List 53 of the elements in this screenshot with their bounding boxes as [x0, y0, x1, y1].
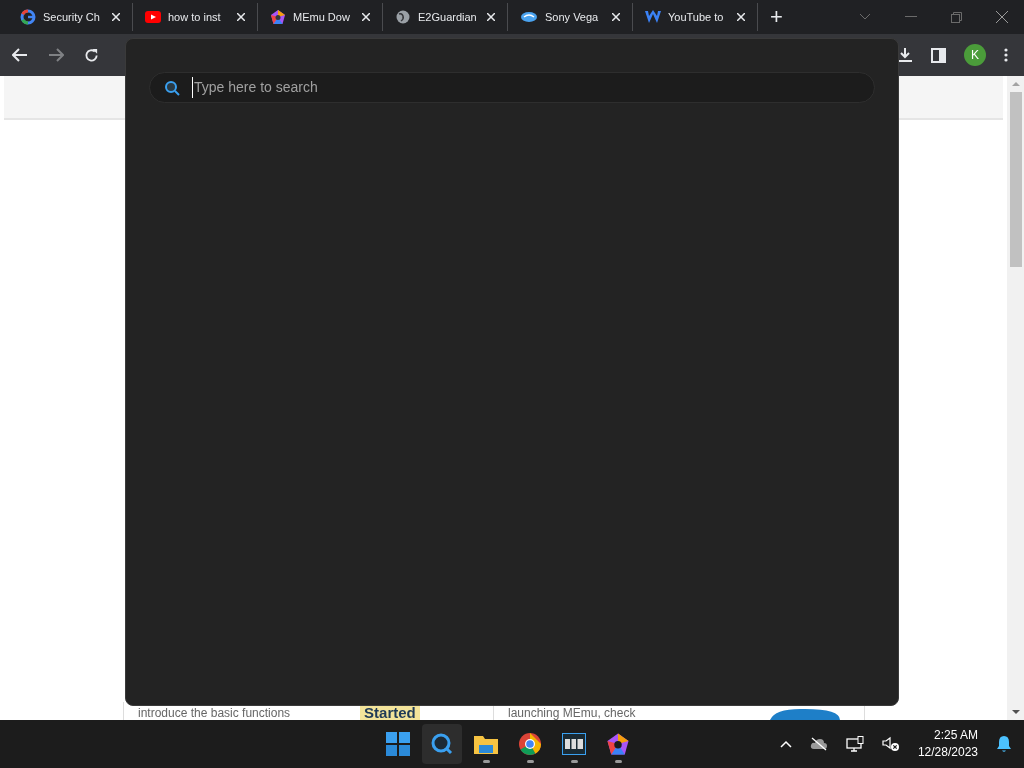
tab-title: Security Ch [43, 9, 101, 25]
new-tab-button[interactable]: + [770, 6, 783, 28]
film-icon [562, 733, 586, 755]
card-text: launching MEmu, check [508, 707, 636, 720]
browser-tab[interactable]: Security Ch [8, 3, 133, 31]
windows-logo-icon [386, 732, 410, 756]
running-indicator [526, 760, 534, 763]
taskbar-app[interactable] [422, 724, 462, 764]
search-field[interactable]: Type here to search [192, 77, 860, 98]
search-bar[interactable]: Type here to search [149, 72, 875, 103]
minimize-icon[interactable] [905, 16, 917, 18]
tab-title: YouTube to [668, 9, 725, 25]
tab-title: MEmu Dow [293, 9, 351, 25]
browser-tab[interactable]: Sony Vega [508, 3, 633, 31]
w-logo-icon [645, 10, 661, 24]
scroll-thumb[interactable] [1009, 92, 1022, 267]
play-icon [145, 11, 161, 23]
reload-icon[interactable] [84, 47, 99, 63]
clock-date[interactable]: 12/28/2023 [917, 744, 978, 761]
browser-tab[interactable]: YouTube to [633, 3, 758, 31]
chevron-down-icon[interactable] [859, 13, 871, 21]
tab-title: how to inst [168, 9, 222, 25]
download-icon[interactable] [897, 47, 913, 63]
tab-title: E2Guardian [418, 9, 478, 25]
browser-tab[interactable]: MEmu Dow [258, 3, 383, 31]
cloud-off-icon[interactable] [809, 737, 828, 751]
scroll-down-icon[interactable] [1011, 708, 1020, 716]
tab-title: Sony Vega [545, 9, 600, 25]
bell-icon[interactable] [996, 735, 1012, 753]
running-indicator [570, 760, 578, 763]
browser-tab[interactable]: E2Guardian [383, 3, 508, 31]
search-icon [164, 79, 180, 96]
restore-icon[interactable] [951, 11, 962, 23]
running-indicator [614, 760, 622, 763]
chrome-icon [518, 732, 542, 756]
running-indicator [482, 760, 490, 763]
folder-icon [473, 733, 499, 755]
muted-speaker-icon[interactable] [881, 736, 900, 752]
pentagon-icon [606, 732, 630, 756]
scrollbar[interactable] [1007, 76, 1024, 720]
search-icon [431, 733, 453, 755]
pentagon-icon [270, 9, 286, 25]
clock-time[interactable]: 2:25 AM [933, 727, 978, 744]
monitor-icon[interactable] [845, 736, 864, 752]
card-text: introduce the basic functions [138, 707, 291, 720]
google-icon [20, 9, 36, 25]
side-panel-icon[interactable] [931, 47, 946, 63]
close-icon[interactable] [996, 11, 1008, 23]
browser-tab[interactable]: how to inst [133, 3, 258, 31]
forward-arrow-icon[interactable] [48, 48, 64, 62]
back-arrow-icon[interactable] [12, 48, 28, 62]
more-menu-icon[interactable] [1004, 48, 1008, 62]
chevron-up-icon[interactable] [779, 740, 792, 748]
